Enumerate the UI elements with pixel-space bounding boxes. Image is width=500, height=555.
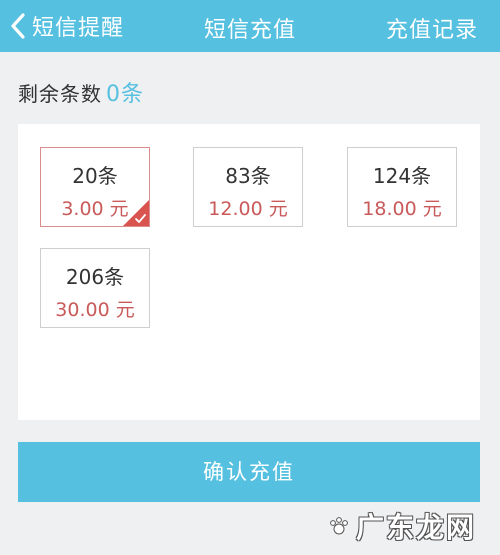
package-option[interactable]: 206条 30.00 元 xyxy=(40,248,150,328)
package-amount: 206条 xyxy=(65,265,125,289)
package-amount: 20条 xyxy=(72,164,118,188)
package-price: 30.00 元 xyxy=(55,299,135,321)
package-amount: 83条 xyxy=(225,164,271,188)
remaining-count: 剩余条数 0条 xyxy=(18,76,144,108)
package-amount: 124条 xyxy=(372,164,432,188)
remaining-value: 0条 xyxy=(106,82,144,107)
watermark-text: 广东龙网 xyxy=(355,511,476,544)
package-price: 12.00 元 xyxy=(208,198,288,220)
package-option[interactable]: 20条 3.00 元 xyxy=(40,147,150,227)
top-bar: 短信提醒 短信充值 充值记录 xyxy=(0,0,500,52)
confirm-recharge-button[interactable]: 确认充值 xyxy=(18,442,480,502)
package-price: 18.00 元 xyxy=(362,198,442,220)
paw-logo-icon xyxy=(330,517,348,535)
package-panel: 20条 3.00 元 83条 12.00 元 124条 18.00 元 206条… xyxy=(18,124,480,420)
recharge-records-button[interactable]: 充值记录 xyxy=(386,12,478,44)
watermark: 广东龙网 xyxy=(328,504,476,548)
package-option[interactable]: 124条 18.00 元 xyxy=(347,147,457,227)
remaining-label: 剩余条数 xyxy=(18,82,102,106)
check-corner-icon xyxy=(123,200,149,226)
package-option[interactable]: 83条 12.00 元 xyxy=(193,147,303,227)
